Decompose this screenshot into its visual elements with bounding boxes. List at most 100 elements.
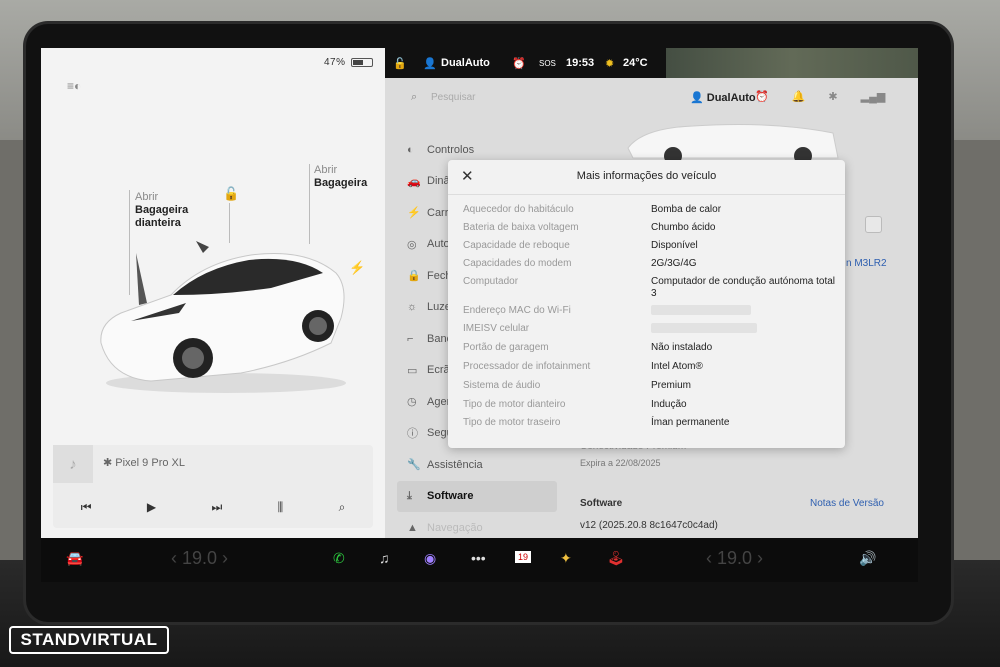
alarm-icon[interactable]: ⏰ — [512, 57, 526, 70]
media-source-label: Pixel 9 Pro XL — [115, 457, 185, 469]
bluetooth-icon[interactable]: ✱ — [828, 90, 837, 103]
seat-icon: ⌐ — [407, 332, 414, 345]
front-trunk-label-2: Bagageira — [135, 204, 189, 216]
model-link[interactable]: n M3LR2 — [846, 258, 887, 269]
next-track-icon[interactable]: ⏭ — [211, 500, 222, 515]
weather-icon: ✹ — [605, 58, 615, 70]
toggle-icon: ◐ — [407, 143, 414, 156]
info-key: Portão de garagem — [463, 342, 549, 353]
search-icon[interactable]: ⌕ — [339, 500, 346, 515]
touchscreen: 47% ≡◐ Abrir Bagageira dianteira Abrir B… — [41, 48, 918, 538]
info-value: Disponível — [651, 240, 698, 251]
menu-label: Ecrã — [427, 364, 450, 377]
open-rear-trunk-button[interactable]: Abrir Bagageira — [314, 164, 367, 190]
info-value: Intel Atom® — [651, 361, 703, 372]
download-icon: ⤓ — [407, 489, 412, 502]
connectivity-expiry: Expira a 22/08/2025 — [580, 458, 661, 468]
info-value: Chumbo ácido — [651, 222, 716, 233]
info-icon: ⓘ — [407, 428, 418, 441]
lock-status-icon[interactable]: 🔓 — [393, 57, 407, 70]
rear-trunk-leader — [309, 164, 310, 244]
phone-icon[interactable]: ✆ — [333, 550, 345, 567]
sun-icon: ☼ — [407, 301, 418, 314]
battery-indicator: 47% — [324, 57, 373, 68]
info-value: Bomba de calor — [651, 204, 722, 215]
sos-label[interactable]: SOS — [539, 59, 556, 68]
music-icon[interactable]: ♫ — [379, 550, 390, 566]
media-source[interactable]: ✱ Pixel 9 Pro XL — [103, 456, 185, 469]
info-value: Premium — [651, 380, 692, 391]
alarm-icon[interactable]: ⏰ — [755, 90, 769, 103]
passenger-temp-value: 19.0 — [717, 548, 753, 568]
joystick-icon[interactable]: 🕹 — [607, 550, 625, 567]
outside-temperature: 24°C — [623, 57, 648, 69]
menu-item-software[interactable]: ⤓ Software — [397, 480, 557, 512]
car-icon[interactable]: 🚘 — [66, 550, 83, 567]
modal-divider — [448, 194, 845, 195]
menu-label: Software — [427, 490, 474, 503]
equalizer-icon[interactable]: ⫼ — [278, 500, 284, 515]
unlock-icon[interactable]: 🔓 — [223, 186, 239, 202]
calendar-icon[interactable]: 19 — [515, 551, 532, 563]
status-user[interactable]: DualAuto — [441, 57, 490, 69]
menu-item-navigation[interactable]: ▲ Navegação — [397, 512, 557, 538]
info-key: Aquecedor do habitáculo — [463, 204, 574, 215]
bottom-dock: 🚘 ‹ 19.0 › ✆ ♫ ◉ ••• 19 ✦ 🕹 ‹ 19.0 › 🔊 — [41, 538, 918, 582]
map-peek — [666, 48, 918, 78]
info-key: Tipo de motor dianteiro — [463, 399, 566, 410]
setting-checkbox[interactable] — [865, 216, 882, 233]
rear-trunk-label-1: Abrir — [314, 164, 338, 176]
info-key: Bateria de baixa voltagem — [463, 222, 579, 233]
driver-temp-value: 19.0 — [182, 548, 218, 568]
lock-icon: 🔒 — [407, 270, 421, 283]
front-trunk-label-1: Abrir — [135, 191, 159, 203]
profile-button[interactable]: 👤 DualAuto — [690, 91, 756, 104]
software-version: v12 (2025.20.8 8c1647c0c4ad) — [580, 520, 718, 531]
clock: 19:53 — [566, 57, 595, 69]
release-notes-link[interactable]: Notas de Versão — [810, 498, 884, 509]
play-icon[interactable]: ▶ — [147, 500, 156, 514]
toybox-icon[interactable]: ✦ — [560, 550, 572, 567]
info-key: Processador de infotainment — [463, 361, 591, 372]
profile-icon: 👤 — [423, 58, 437, 70]
info-value: Íman permanente — [651, 417, 730, 428]
passenger-temperature[interactable]: ‹ 19.0 › — [706, 548, 763, 569]
menu-label: Navegação — [427, 521, 483, 534]
info-value: Indução — [651, 399, 687, 410]
charge-port-icon[interactable]: ⚡ — [349, 260, 365, 276]
previous-track-icon[interactable]: ⏮ — [81, 500, 92, 515]
battery-icon — [350, 58, 373, 67]
modal-title: Mais informações do veículo — [576, 170, 717, 182]
nav-icon: ▲ — [407, 521, 418, 534]
headlights-icon[interactable]: ≡◐ — [67, 79, 81, 93]
menu-label: Controlos — [427, 143, 475, 156]
more-icon[interactable]: ••• — [471, 550, 486, 566]
driver-temperature[interactable]: ‹ 19.0 › — [171, 548, 228, 569]
car-icon: 🚗 — [407, 175, 421, 188]
clock-icon: ◷ — [407, 396, 417, 409]
album-art-placeholder: ♪ — [53, 445, 93, 483]
wrench-icon: 🔧 — [407, 459, 421, 472]
standvirtual-watermark: STANDVIRTUAL — [9, 626, 169, 654]
software-heading: Software — [580, 498, 623, 509]
display-icon: ▭ — [407, 364, 418, 377]
volume-icon[interactable]: 🔊 — [859, 550, 876, 567]
info-key: Capacidade de reboque — [463, 240, 570, 251]
info-value: 2G/3G/4G — [651, 258, 697, 269]
bell-icon[interactable]: 🔔 — [792, 90, 806, 103]
info-value: Computador de condução autónoma total 3 — [651, 276, 836, 299]
info-key: IMEISV celular — [463, 323, 530, 334]
info-value: Não instalado — [651, 342, 713, 353]
camera-icon[interactable]: ◉ — [424, 550, 436, 567]
signal-icon: ▂▄▆ — [860, 91, 886, 103]
info-key: Endereço MAC do Wi-Fi — [463, 305, 571, 316]
steering-icon: ◎ — [407, 238, 417, 251]
search-placeholder: Pesquisar — [431, 92, 476, 103]
vehicle-info-modal: ✕ Mais informações do veículo Aquecedor … — [448, 160, 845, 448]
front-trunk-label-3: dianteira — [135, 217, 181, 229]
open-front-trunk-button[interactable]: Abrir Bagageira dianteira — [135, 191, 188, 230]
menu-item-service[interactable]: 🔧 Assistência — [397, 449, 557, 481]
battery-percent: 47% — [324, 57, 346, 68]
rear-trunk-label-2: Bagageira — [314, 177, 368, 189]
info-key: Sistema de áudio — [463, 380, 541, 391]
